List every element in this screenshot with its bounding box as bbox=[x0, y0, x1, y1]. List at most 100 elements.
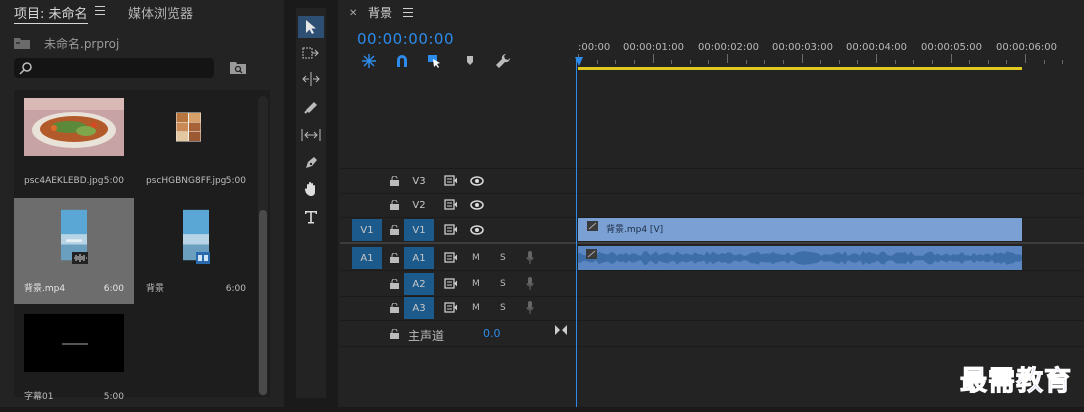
work-area-bar[interactable] bbox=[578, 67, 1022, 70]
project-items-grid: psc4AEKLEBD.jpg 5:00 pscHGBNG8FF.jpg 5:0… bbox=[14, 90, 270, 402]
audio-clip[interactable] bbox=[578, 246, 1022, 270]
linked-selection-icon[interactable] bbox=[427, 53, 443, 69]
sync-lock-film-icon[interactable] bbox=[444, 224, 458, 235]
source-patch-v1[interactable]: V1 bbox=[352, 219, 382, 241]
ruler-tick bbox=[913, 60, 914, 64]
hand-tool[interactable] bbox=[298, 178, 324, 200]
sync-lock-film-icon[interactable] bbox=[444, 302, 458, 313]
lock-icon[interactable] bbox=[390, 303, 399, 313]
item-duration: 5:00 bbox=[103, 176, 124, 186]
track-name-v2[interactable]: V2 bbox=[404, 194, 434, 216]
lock-icon[interactable] bbox=[390, 279, 399, 289]
divider bbox=[340, 346, 1084, 347]
ruler-tick bbox=[727, 54, 728, 63]
sync-lock-film-icon[interactable] bbox=[444, 278, 458, 289]
track-header-v1: V1 V1 bbox=[340, 218, 576, 242]
eye-icon[interactable] bbox=[470, 225, 484, 235]
search-icon bbox=[19, 62, 32, 75]
slip-tool[interactable] bbox=[298, 124, 324, 146]
item-duration: 6:00 bbox=[225, 284, 246, 294]
track-name-a2[interactable]: A2 bbox=[404, 273, 434, 295]
solo-button[interactable]: S bbox=[500, 279, 506, 289]
ripple-edit-tool[interactable] bbox=[298, 68, 324, 90]
source-patch-a3[interactable] bbox=[352, 297, 382, 319]
sync-lock-film-icon[interactable] bbox=[444, 252, 458, 263]
snap-magnet-icon[interactable] bbox=[394, 53, 410, 69]
microphone-icon[interactable] bbox=[526, 301, 534, 315]
timeline-menu-icon[interactable] bbox=[403, 8, 413, 20]
project-item[interactable]: 背景 6:00 bbox=[136, 198, 256, 304]
track-name-a3[interactable]: A3 bbox=[404, 297, 434, 319]
add-marker-icon[interactable] bbox=[462, 53, 478, 69]
sync-lock-film-icon[interactable] bbox=[444, 175, 458, 186]
track-select-tool[interactable] bbox=[298, 42, 324, 64]
ruler-tick bbox=[951, 54, 952, 63]
playhead-timecode[interactable]: 00:00:00:00 bbox=[357, 30, 454, 48]
lock-icon[interactable] bbox=[390, 253, 399, 263]
tab-project[interactable]: 项目: 未命名 bbox=[14, 3, 88, 24]
source-patch-a2[interactable] bbox=[352, 273, 382, 295]
ruler-tick bbox=[1062, 60, 1063, 64]
close-icon[interactable]: ✕ bbox=[349, 8, 357, 19]
microphone-icon[interactable] bbox=[526, 251, 534, 265]
selection-tool[interactable] bbox=[298, 16, 324, 38]
lock-icon[interactable] bbox=[390, 329, 399, 339]
mute-button[interactable]: M bbox=[472, 253, 480, 263]
playhead[interactable] bbox=[576, 58, 577, 407]
solo-button[interactable]: S bbox=[500, 303, 506, 313]
search-input[interactable] bbox=[14, 58, 214, 78]
source-patch-v2[interactable] bbox=[352, 194, 382, 216]
track-name-v3[interactable]: V3 bbox=[404, 170, 434, 192]
new-bin-search-icon[interactable] bbox=[230, 61, 246, 74]
ruler-label: 00:00:04:00 bbox=[846, 42, 908, 53]
ruler-tick bbox=[876, 54, 877, 63]
type-tool[interactable] bbox=[298, 206, 324, 228]
track-header-v2: V2 bbox=[340, 194, 576, 217]
item-duration: 5:00 bbox=[103, 392, 124, 402]
lock-icon[interactable] bbox=[390, 200, 399, 210]
ruler-tick bbox=[597, 60, 598, 64]
playhead-handle[interactable] bbox=[575, 57, 583, 66]
ruler-tick bbox=[988, 60, 989, 64]
track-name-v1[interactable]: V1 bbox=[404, 219, 434, 241]
ruler-tick bbox=[634, 60, 635, 64]
ruler-tick bbox=[653, 54, 654, 63]
sync-lock-film-icon[interactable] bbox=[444, 199, 458, 210]
track-name-a1[interactable]: A1 bbox=[404, 247, 434, 269]
lock-icon[interactable] bbox=[390, 176, 399, 186]
project-scrollbar-thumb[interactable] bbox=[259, 210, 267, 395]
mute-button[interactable]: M bbox=[472, 279, 480, 289]
track-header-a1: A1 A1 M S bbox=[340, 247, 576, 270]
tab-media-browser[interactable]: 媒体浏览器 bbox=[128, 3, 193, 22]
project-item[interactable]: pscHGBNG8FF.jpg 5:00 bbox=[136, 90, 256, 196]
source-patch-a1[interactable]: A1 bbox=[352, 247, 382, 269]
track-select-icon bbox=[302, 47, 319, 59]
eye-icon[interactable] bbox=[470, 176, 484, 186]
selection-arrow-icon bbox=[306, 20, 316, 34]
ruler-tick bbox=[615, 60, 616, 64]
source-patch-v3[interactable] bbox=[352, 170, 382, 192]
ruler-tick bbox=[895, 60, 896, 64]
ruler-tick bbox=[1044, 60, 1045, 64]
wrench-settings-icon[interactable] bbox=[495, 53, 511, 69]
ruler-label: 00:00:01:00 bbox=[623, 42, 685, 53]
lock-icon[interactable] bbox=[390, 225, 399, 235]
ruler-tick bbox=[708, 60, 709, 64]
project-panel: 项目: 未命名 媒体浏览器 未命名.prproj psc4AEKLEBD.jpg… bbox=[0, 0, 284, 407]
project-item-selected[interactable]: 背景.mp4 6:00 bbox=[14, 198, 134, 304]
go-to-edit-point-icon[interactable] bbox=[555, 325, 567, 335]
solo-button[interactable]: S bbox=[500, 253, 506, 263]
eye-icon[interactable] bbox=[470, 200, 484, 210]
microphone-icon[interactable] bbox=[526, 277, 534, 291]
nest-sequence-icon[interactable] bbox=[361, 53, 377, 69]
sequence-tab[interactable]: 背景 bbox=[368, 4, 392, 21]
panel-menu-icon[interactable] bbox=[95, 6, 105, 15]
project-item[interactable]: psc4AEKLEBD.jpg 5:00 bbox=[14, 90, 134, 196]
pen-tool[interactable] bbox=[298, 152, 324, 174]
master-volume-value[interactable]: 0.0 bbox=[483, 327, 501, 340]
razor-tool[interactable] bbox=[298, 96, 324, 118]
ruler-tick bbox=[690, 60, 691, 64]
audio-waveform-badge-icon bbox=[72, 252, 88, 264]
project-item[interactable]: 字幕01 5:00 bbox=[14, 306, 134, 412]
mute-button[interactable]: M bbox=[472, 303, 480, 313]
